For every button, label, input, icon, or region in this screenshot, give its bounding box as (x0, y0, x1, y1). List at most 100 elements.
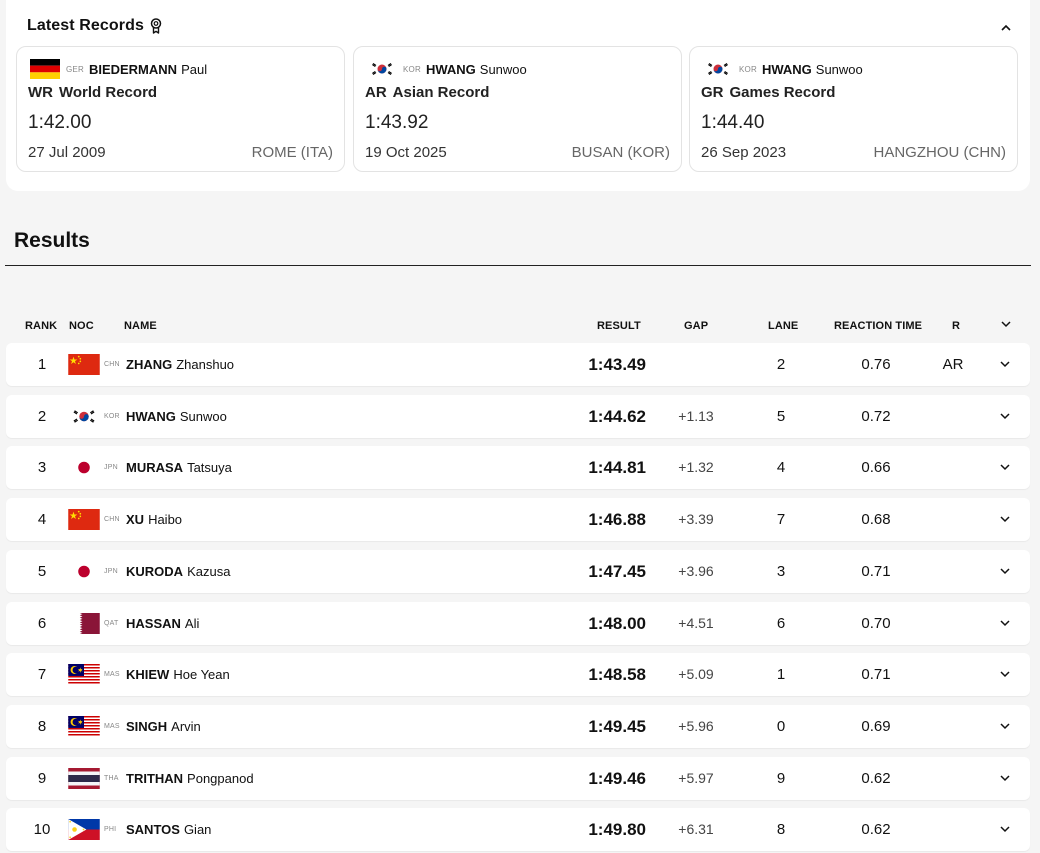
result-athlete-name[interactable]: XU Haibo (126, 498, 182, 541)
chevron-up-icon[interactable] (1000, 22, 1012, 34)
latest-records-header: Latest Records (27, 17, 162, 35)
result-reaction-time: 0.70 (861, 614, 891, 632)
result-athlete-name[interactable]: ZHANG Zhanshuo (126, 343, 234, 386)
result-athlete-surname: KHIEW (126, 667, 170, 683)
result-noc: KOR (104, 412, 120, 420)
result-athlete-given-name: Haibo (148, 512, 183, 528)
results-row[interactable]: 2 KOR HWANG Sunwoo 1:44.62 +1.13 5 0.72 (6, 394, 1030, 438)
results-row[interactable]: 9 THA TRITHAN Pongpanod 1:49.46 +5.97 9 0.62 (6, 756, 1030, 800)
record-time: 1:44.40 (701, 112, 765, 133)
results-row[interactable]: 10 PHI SANTOS Gian 1:49.80 +6.31 8 0.62 (6, 808, 1030, 852)
chevron-down-icon[interactable] (999, 565, 1011, 577)
result-reaction-time: 0.62 (861, 769, 891, 787)
result-rank: 7 (37, 666, 47, 684)
result-time: 1:49.46 (588, 768, 646, 788)
flag-tha-icon (68, 767, 100, 789)
result-athlete-name[interactable]: KURODA Kazusa (126, 550, 230, 593)
chevron-down-icon[interactable] (999, 410, 1011, 422)
record-code: GR (701, 84, 724, 101)
record-venue: HANGZHOU (CHN) (873, 144, 1007, 161)
chevron-down-icon[interactable] (999, 720, 1011, 732)
record-card-ar[interactable]: KOR HWANG Sunwoo AR Asian Record 1:43.92 19 Oc… (353, 46, 682, 172)
result-noc: MAS (104, 722, 120, 730)
result-time: 1:49.45 (588, 716, 646, 736)
col-header-name: NAME (124, 320, 157, 332)
results-row[interactable]: 6 QAT HASSAN Ali 1:48.00 +4.51 6 0.70 (6, 601, 1030, 645)
result-gap: +5.09 (678, 666, 714, 683)
result-gap: +4.51 (678, 614, 714, 631)
result-athlete-name[interactable]: SANTOS Gian (126, 808, 211, 851)
col-header-result: RESULT (597, 320, 641, 332)
record-noc: GER (66, 64, 84, 74)
flag-kor-icon (68, 405, 100, 427)
chevron-down-icon[interactable] (999, 772, 1011, 784)
result-time: 1:48.00 (588, 613, 646, 633)
result-rank: 1 (37, 356, 47, 373)
latest-records-title: Latest Records (27, 17, 144, 34)
result-noc: MAS (104, 671, 120, 679)
result-athlete-given-name: Tatsuya (187, 460, 232, 476)
record-card-gr[interactable]: KOR HWANG Sunwoo GR Games Record 1:44.40 26 Se… (689, 46, 1018, 172)
results-title: Results (14, 229, 90, 252)
result-record-badge (936, 757, 970, 800)
result-rank: 3 (37, 459, 47, 477)
col-header-gap: GAP (684, 320, 709, 332)
result-noc: CHN (104, 516, 120, 524)
result-athlete-name[interactable]: KHIEW Hoe Yean (126, 653, 230, 696)
chevron-down-icon[interactable] (999, 668, 1011, 680)
result-lane: 5 (776, 407, 786, 425)
result-athlete-name[interactable]: MURASA Tatsuya (126, 446, 232, 489)
result-lane: 4 (776, 459, 786, 477)
result-athlete-name[interactable]: HASSAN Ali (126, 602, 199, 645)
result-noc: JPN (104, 464, 118, 472)
result-rank: 9 (37, 769, 47, 787)
results-row[interactable]: 5 JPN KURODA Kazusa 1:47.45 +3.96 3 0.71 (6, 549, 1030, 593)
result-lane: 7 (776, 511, 786, 529)
result-lane: 3 (776, 562, 786, 580)
result-athlete-given-name: Hoe Yean (173, 667, 230, 683)
record-card-wr[interactable]: GER BIEDERMANN Paul WR World Record 1:42.00 27… (16, 46, 345, 172)
chevron-down-icon[interactable] (999, 461, 1011, 473)
result-athlete-given-name: Ali (184, 615, 200, 631)
result-gap (666, 343, 726, 386)
result-noc: QAT (104, 619, 119, 627)
result-reaction-time: 0.62 (861, 821, 891, 839)
flag-kor-icon (703, 59, 733, 79)
results-row[interactable]: 4 CHN XU Haibo 1:46.88 +3.39 7 0.68 (6, 498, 1030, 542)
record-date: 19 Oct 2025 (365, 144, 447, 161)
results-row[interactable]: 8 MAS SINGH Arvin 1:49.45 +5.96 0 0.69 (6, 704, 1030, 748)
record-athlete: KOR HWANG Sunwoo (703, 59, 863, 79)
result-athlete-name[interactable]: TRITHAN Pongpanod (126, 757, 254, 800)
result-lane: 0 (776, 717, 786, 735)
result-athlete-surname: TRITHAN (126, 770, 184, 786)
record-code: WR (28, 84, 53, 101)
results-row[interactable]: 3 JPN MURASA Tatsuya 1:44.81 +1.32 4 0.66 (6, 446, 1030, 490)
flag-mas-icon (68, 715, 100, 737)
result-record-badge (936, 653, 970, 696)
result-record-badge (936, 395, 970, 438)
col-header-rank: RANK (25, 320, 58, 332)
col-header-record: R (952, 320, 961, 332)
result-gap: +3.96 (678, 562, 714, 579)
result-athlete-name[interactable]: SINGH Arvin (126, 705, 201, 748)
result-lane: 2 (776, 356, 786, 373)
results-row[interactable]: 1 CHN ZHANG Zhanshuo 1:43.49 2 0.76 AR (6, 343, 1030, 386)
chevron-down-icon[interactable] (999, 823, 1011, 835)
result-reaction-time: 0.76 (861, 356, 891, 373)
chevron-down-icon[interactable] (999, 358, 1011, 370)
result-noc: CHN (104, 361, 120, 368)
col-header-reaction-time: REACTION TIME (834, 320, 923, 332)
flag-chn-icon (68, 354, 100, 375)
result-noc: PHI (104, 826, 117, 834)
record-athlete-given-name: Paul (181, 61, 208, 77)
result-time: 1:43.49 (588, 355, 646, 374)
chevron-down-icon[interactable] (999, 617, 1011, 629)
result-athlete-name[interactable]: HWANG Sunwoo (126, 395, 227, 438)
result-athlete-given-name: Arvin (171, 718, 201, 734)
result-athlete-given-name: Kazusa (187, 563, 231, 579)
flag-phi-icon (68, 819, 100, 841)
chevron-down-icon[interactable] (999, 513, 1011, 525)
result-record-badge: AR (942, 356, 964, 373)
results-row[interactable]: 7 MAS KHIEW Hoe Yean 1:48.58 +5.09 1 0.71 (6, 653, 1030, 697)
chevron-down-icon[interactable] (1000, 318, 1012, 330)
